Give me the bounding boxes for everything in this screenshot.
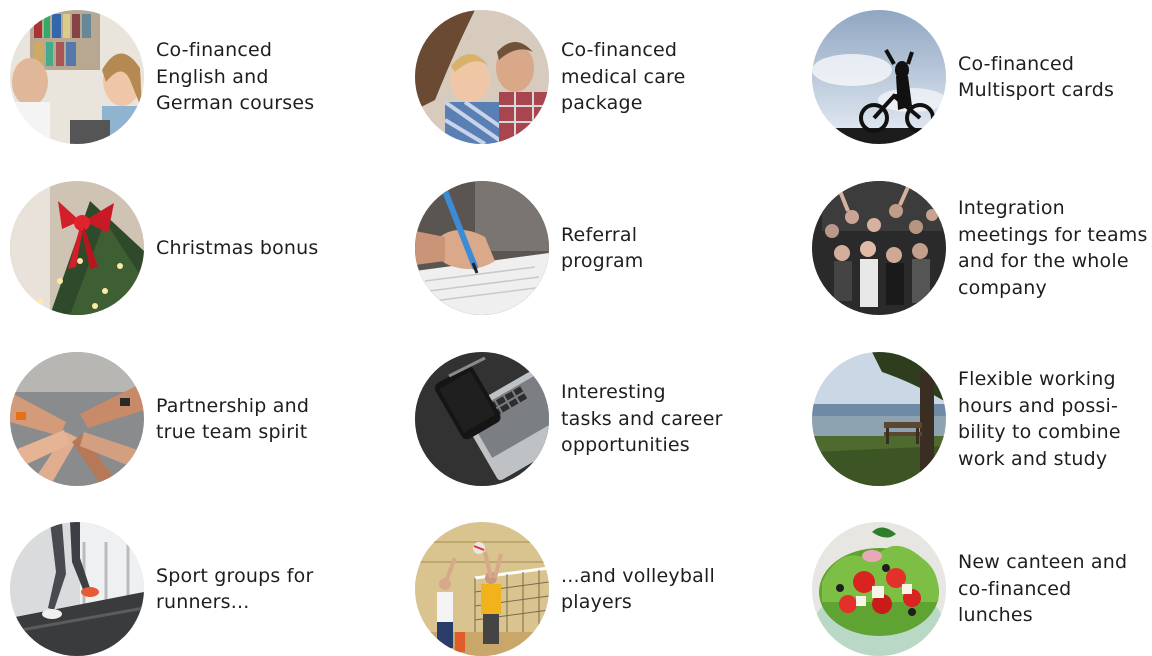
benefit-label: ...and volleyball players [561,564,715,614]
benefit-label: Co-financed Multisport cards [958,52,1115,102]
benefit-label: Sport groups for runners... [156,564,314,614]
benefit-item: Interesting tasks and career opportuniti… [415,352,723,486]
benefit-label: New canteen and co-financed lunches [958,551,1128,627]
hand-writing-photo [415,181,549,315]
salad-bowl-photo [812,522,946,656]
benefit-label: Co-financed English and German courses [156,39,315,115]
park-bench-photo [812,352,946,486]
benefit-item: Sport groups for runners... [10,522,314,656]
benefit-item: ...and volleyball players [415,522,715,656]
benefit-item: New canteen and co-financed lunches [812,522,1152,656]
benefit-item: Partnership and true team spirit [10,352,309,486]
benefit-item: Co-financed Multisport cards [812,10,1114,144]
benefit-label: Interesting tasks and career opportuniti… [561,381,723,457]
group-party-photo [812,181,946,315]
laptop-desk-photo [415,352,549,486]
benefit-item: Referral program [415,181,644,315]
benefit-label: Referral program [561,223,644,273]
benefit-item: Flexible working hours and possi- bility… [812,352,1121,486]
benefit-label: Christmas bonus [156,236,319,259]
benefit-item: Co-financed medical care package [415,10,686,144]
people-studying-photo [10,10,144,144]
benefit-label: Partnership and true team spirit [156,394,310,444]
benefit-item: Co-financed English and German courses [10,10,314,144]
cyclist-silhouette-photo [812,10,946,144]
benefit-label: Integration meetings for teams and for t… [958,197,1148,299]
benefit-label: Flexible working hours and possi- bility… [958,368,1121,470]
volleyball-players-photo [415,522,549,656]
benefit-item: Christmas bonus [10,181,319,315]
stacked-hands-photo [10,352,144,486]
christmas-tree-photo [10,181,144,315]
benefit-label: Co-financed medical care package [561,39,686,115]
benefit-item: Integration meetings for teams and for t… [812,181,1148,315]
family-photo [415,10,549,144]
treadmill-runner-photo [10,522,144,656]
